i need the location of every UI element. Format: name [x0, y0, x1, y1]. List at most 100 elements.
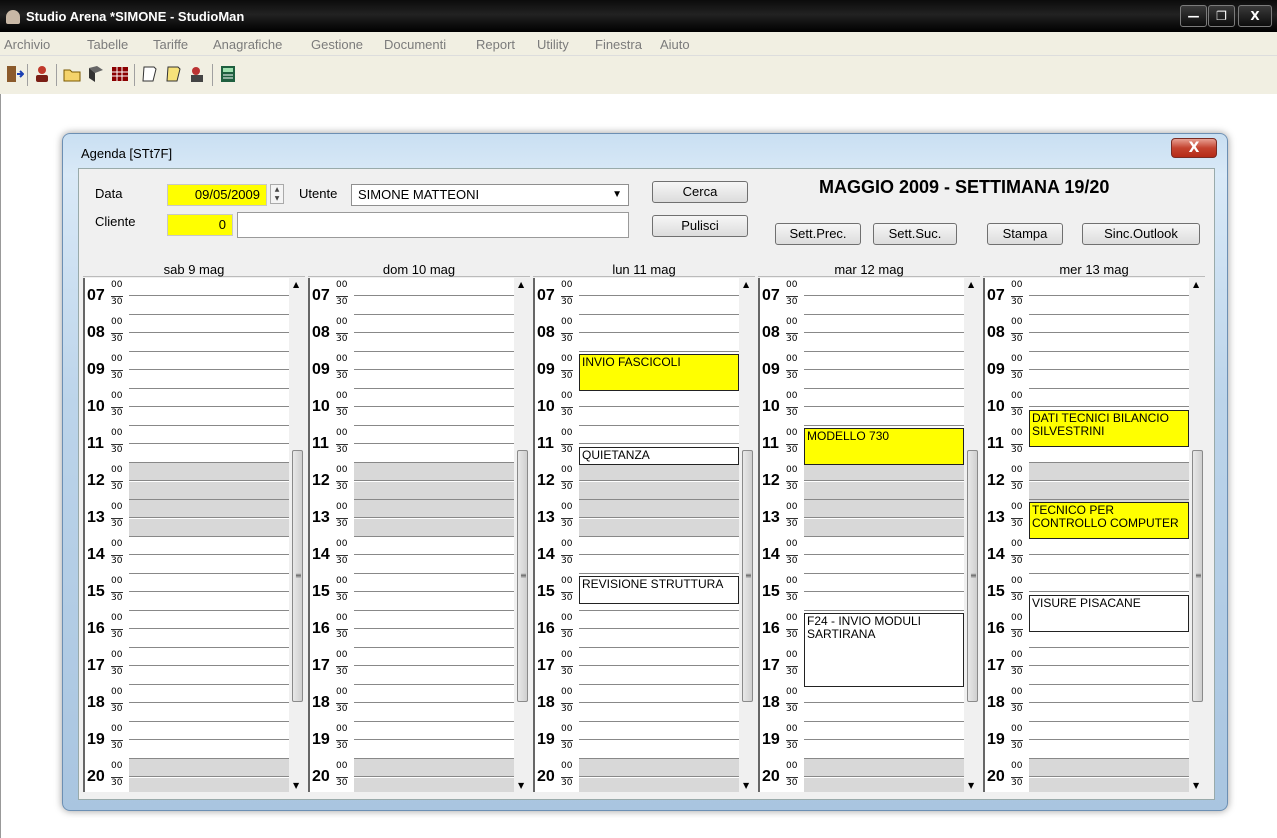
menu-gestione[interactable]: Gestione — [311, 37, 363, 52]
time-slot[interactable] — [354, 426, 514, 444]
time-slot[interactable] — [354, 408, 514, 426]
time-slot[interactable] — [129, 611, 289, 629]
time-slot[interactable] — [354, 685, 514, 703]
time-slot[interactable] — [1029, 741, 1189, 759]
time-slot[interactable] — [579, 297, 739, 315]
time-slot[interactable] — [129, 371, 289, 389]
time-slot[interactable] — [354, 371, 514, 389]
time-slot[interactable] — [129, 334, 289, 352]
time-slot[interactable] — [354, 537, 514, 555]
menu-report[interactable]: Report — [476, 37, 515, 52]
time-slot[interactable] — [354, 630, 514, 648]
time-slot[interactable] — [1029, 759, 1189, 777]
time-slot[interactable] — [354, 556, 514, 574]
menu-tariffe[interactable]: Tariffe — [153, 37, 188, 52]
time-slot[interactable] — [804, 741, 964, 759]
appointment[interactable]: INVIO FASCICOLI — [579, 354, 739, 391]
time-slot[interactable] — [1029, 704, 1189, 722]
menu-documenti[interactable]: Documenti — [384, 37, 446, 52]
time-slot[interactable] — [354, 352, 514, 370]
time-slot[interactable] — [804, 685, 964, 703]
time-slot[interactable] — [129, 352, 289, 370]
time-slot[interactable] — [354, 574, 514, 592]
time-slot[interactable] — [1029, 667, 1189, 685]
time-slot[interactable] — [129, 278, 289, 296]
time-slot[interactable] — [1029, 481, 1189, 500]
scroll-down-icon[interactable]: ▼ — [743, 781, 749, 790]
day-scrollbar[interactable]: ▲ ≡ ▼ — [516, 278, 529, 792]
time-slot[interactable] — [354, 389, 514, 407]
time-slot[interactable] — [1029, 371, 1189, 389]
time-slot[interactable] — [1029, 648, 1189, 666]
calculator-icon[interactable] — [218, 64, 238, 84]
time-slot[interactable] — [354, 593, 514, 611]
time-slot[interactable] — [579, 537, 739, 555]
time-slot[interactable] — [129, 518, 289, 537]
time-slot[interactable] — [129, 500, 289, 518]
time-slot[interactable] — [579, 408, 739, 426]
time-slot[interactable] — [1029, 334, 1189, 352]
time-slot[interactable] — [1029, 630, 1189, 648]
time-slot[interactable] — [579, 315, 739, 333]
chevron-down-icon[interactable]: ▼ — [612, 185, 622, 205]
time-slot[interactable] — [129, 759, 289, 777]
close-button[interactable]: X — [1238, 5, 1272, 27]
scroll-up-icon[interactable]: ▲ — [518, 280, 524, 289]
time-slot[interactable] — [804, 556, 964, 574]
sett-suc-button[interactable]: Sett.Suc. — [873, 223, 957, 245]
minimize-button[interactable]: — — [1180, 5, 1207, 27]
utente-combo[interactable]: SIMONE MATTEONI ▼ — [351, 184, 629, 206]
day-grid[interactable]: 07 00 30 08 00 30 09 00 30 10 00 30 11 00 30 12 00 30 13 00… — [533, 278, 739, 792]
scroll-thumb[interactable]: ≡ — [1192, 450, 1203, 702]
time-slot[interactable] — [354, 481, 514, 500]
time-slot[interactable] — [129, 667, 289, 685]
menu-anagrafiche[interactable]: Anagrafiche — [213, 37, 282, 52]
day-scrollbar[interactable]: ▲ ≡ ▼ — [291, 278, 304, 792]
time-slot[interactable] — [579, 278, 739, 296]
time-slot[interactable] — [354, 648, 514, 666]
scroll-thumb[interactable]: ≡ — [292, 450, 303, 702]
time-slot[interactable] — [354, 777, 514, 792]
time-slot[interactable] — [804, 352, 964, 370]
time-slot[interactable] — [804, 371, 964, 389]
time-slot[interactable] — [129, 574, 289, 592]
date-spinner[interactable]: ▲ ▼ — [270, 184, 284, 204]
time-slot[interactable] — [579, 685, 739, 703]
time-slot[interactable] — [1029, 537, 1189, 555]
time-slot[interactable] — [804, 481, 964, 500]
time-slot[interactable] — [354, 463, 514, 481]
time-slot[interactable] — [1029, 445, 1189, 463]
day-grid[interactable]: 07 00 30 08 00 30 09 00 30 10 00 30 11 00 30 12 00 30 13 00… — [983, 278, 1189, 792]
time-slot[interactable] — [129, 463, 289, 481]
time-slot[interactable] — [354, 611, 514, 629]
time-slot[interactable] — [1029, 315, 1189, 333]
time-slot[interactable] — [354, 297, 514, 315]
appointment[interactable]: DATI TECNICI BILANCIO SILVESTRINI — [1029, 409, 1189, 447]
appointment[interactable]: QUIETANZA — [579, 446, 739, 465]
time-slot[interactable] — [129, 777, 289, 792]
time-slot[interactable] — [804, 777, 964, 792]
time-slot[interactable] — [579, 630, 739, 648]
contacts-icon[interactable] — [188, 64, 208, 84]
time-slot[interactable] — [1029, 278, 1189, 296]
user-icon[interactable] — [32, 64, 52, 84]
day-grid[interactable]: 07 00 30 08 00 30 09 00 30 10 00 30 11 00 30 12 00 30 13 00… — [83, 278, 289, 792]
time-slot[interactable] — [579, 704, 739, 722]
time-slot[interactable] — [129, 593, 289, 611]
time-slot[interactable] — [1029, 389, 1189, 407]
time-slot[interactable] — [804, 500, 964, 518]
cliente-code-field[interactable]: 0 — [167, 214, 233, 236]
appointment[interactable]: REVISIONE STRUTTURA — [579, 576, 739, 604]
appointment[interactable]: TECNICO PER CONTROLLO COMPUTER — [1029, 502, 1189, 539]
time-slot[interactable] — [129, 537, 289, 555]
time-slot[interactable] — [804, 704, 964, 722]
time-slot[interactable] — [579, 741, 739, 759]
time-slot[interactable] — [1029, 722, 1189, 740]
appointment[interactable]: VISURE PISACANE — [1029, 594, 1189, 632]
time-slot[interactable] — [1029, 777, 1189, 792]
folder-open-icon[interactable] — [62, 64, 82, 84]
time-slot[interactable] — [354, 759, 514, 777]
time-slot[interactable] — [579, 481, 739, 500]
cerca-button[interactable]: Cerca — [652, 181, 748, 203]
menu-utility[interactable]: Utility — [537, 37, 569, 52]
